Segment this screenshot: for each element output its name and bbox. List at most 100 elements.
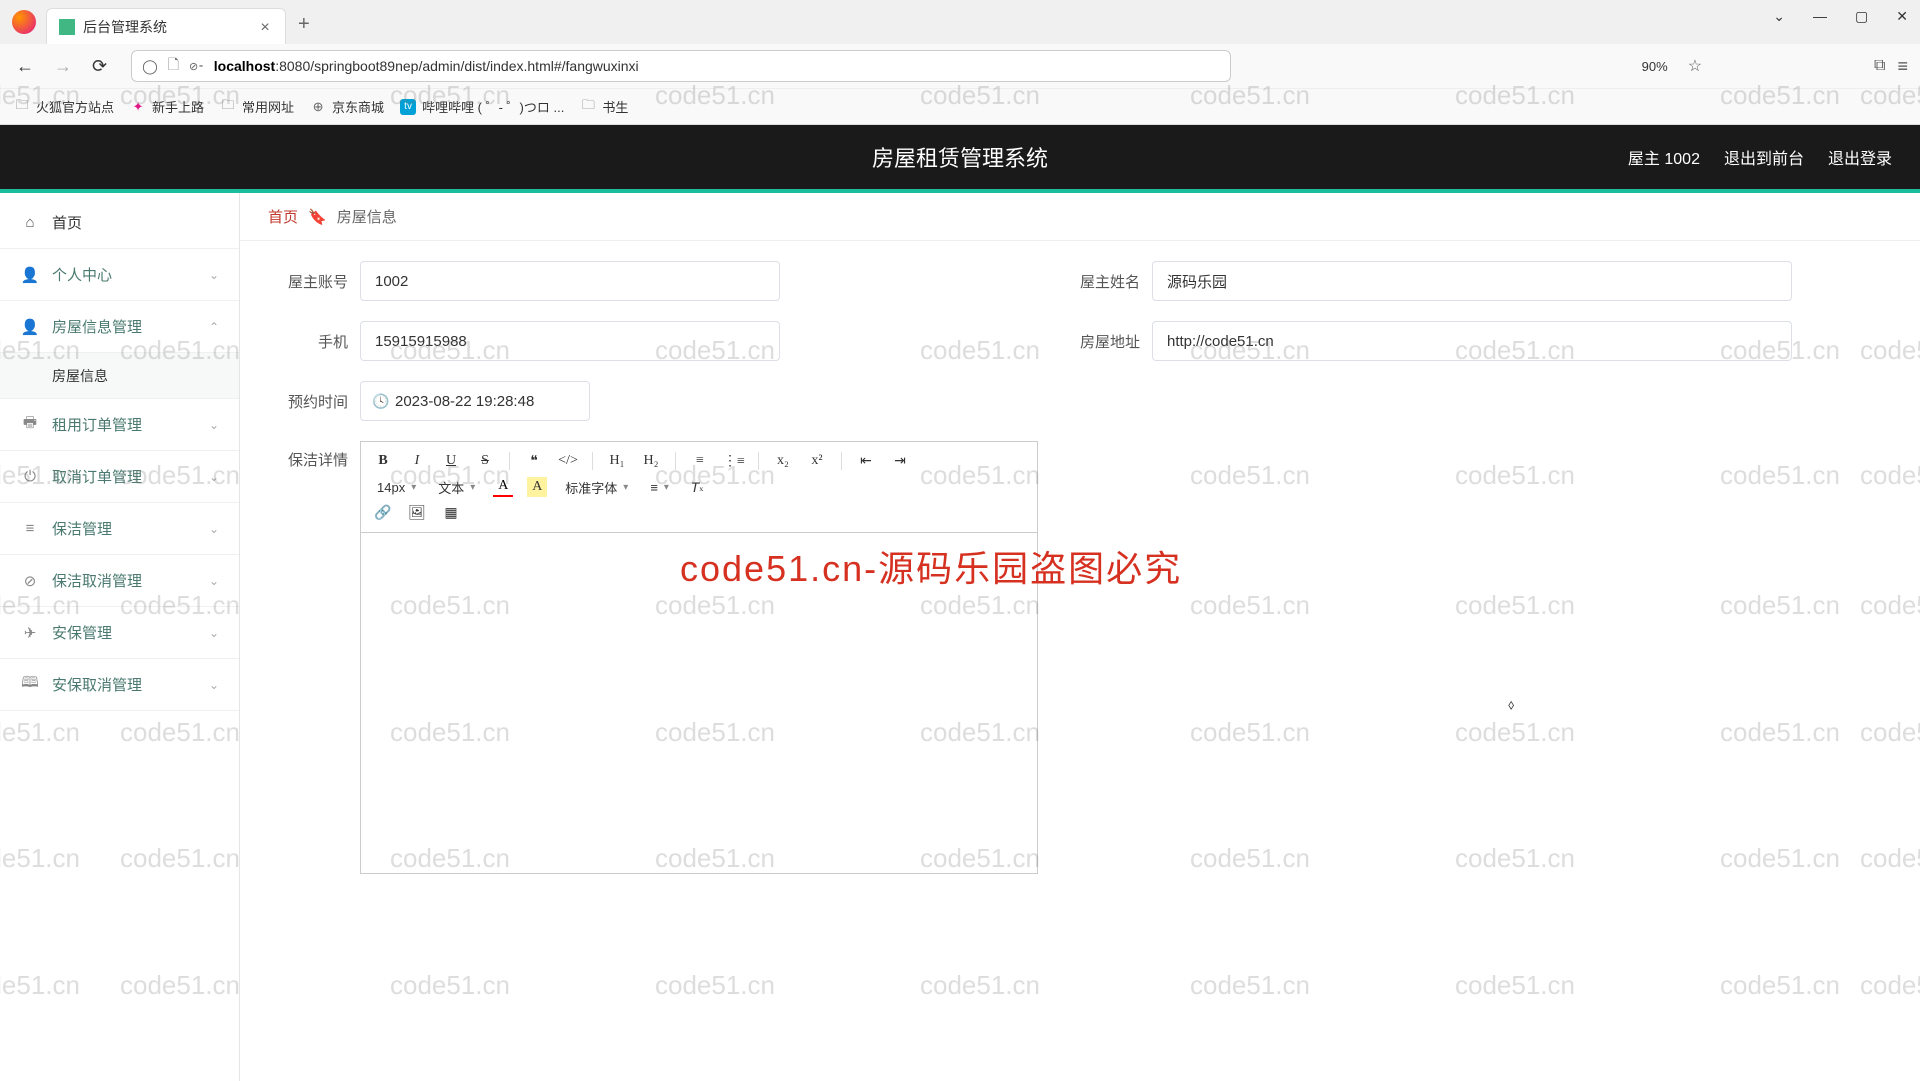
permission-icon: ⊘⁃: [189, 60, 204, 73]
exit-to-front-button[interactable]: 退出到前台: [1724, 145, 1804, 169]
url-text: localhost:8080/springboot89nep/admin/dis…: [214, 58, 639, 74]
strike-button[interactable]: S: [475, 451, 495, 471]
chevron-down-icon: ⌄: [209, 522, 219, 536]
tabs-dropdown-icon[interactable]: ⌄: [1773, 8, 1785, 25]
breadcrumb-current: 房屋信息: [337, 206, 397, 227]
vue-icon: [59, 19, 75, 35]
user-label[interactable]: 屋主 1002: [1628, 145, 1700, 169]
phone-label: 手机: [268, 331, 348, 352]
font-size-select[interactable]: 14px▾: [373, 480, 420, 495]
h1-button[interactable]: H₁: [607, 451, 627, 471]
browser-tab[interactable]: 后台管理系统 ×: [46, 8, 286, 44]
header-actions: 屋主 1002 退出到前台 退出登录: [1628, 145, 1892, 169]
subscript-button[interactable]: x₂: [773, 451, 793, 471]
image-button[interactable]: 🖼: [407, 503, 427, 523]
video-button[interactable]: ▦: [441, 503, 461, 523]
sidebar-security-cancel[interactable]: 🕮安保取消管理⌄: [0, 659, 239, 711]
text-color-button[interactable]: A: [493, 477, 513, 497]
zoom-level[interactable]: 90%: [1634, 57, 1676, 76]
sidebar-cleaning-cancel[interactable]: ⊘保洁取消管理⌄: [0, 555, 239, 607]
chevron-down-icon: ⌄: [209, 626, 219, 640]
chevron-down-icon: ⌄: [209, 268, 219, 282]
sidebar-security[interactable]: ✈安保管理⌄: [0, 607, 239, 659]
extensions-icon[interactable]: ⧉: [1874, 57, 1885, 75]
italic-button[interactable]: I: [407, 451, 427, 471]
field-appointment: 预约时间 🕓: [268, 381, 590, 421]
account-input[interactable]: [360, 261, 780, 301]
address-bar[interactable]: ◯ 🗋 ⊘⁃ localhost:8080/springboot89nep/ad…: [131, 50, 1231, 82]
bookmark-star-icon[interactable]: ☆: [1688, 56, 1702, 76]
tab-close-icon[interactable]: ×: [257, 19, 273, 35]
forward-button[interactable]: →: [50, 52, 76, 81]
chevron-down-icon: ⌄: [209, 678, 219, 692]
sidebar-rental-orders[interactable]: 🖶租用订单管理⌄: [0, 399, 239, 451]
field-detail: 保洁详情 B I U S ❝ </>: [268, 441, 1038, 874]
sidebar-home[interactable]: ⌂首页: [0, 197, 239, 249]
back-button[interactable]: ←: [12, 52, 38, 81]
ol-button[interactable]: ≡: [690, 451, 710, 471]
field-phone: 手机: [268, 321, 780, 361]
minimize-button[interactable]: —: [1813, 8, 1827, 25]
chevron-up-icon: ⌃: [209, 320, 219, 334]
maximize-button[interactable]: ▢: [1855, 8, 1868, 25]
phone-input[interactable]: [360, 321, 780, 361]
reload-button[interactable]: ⟳: [88, 52, 111, 81]
font-family-select[interactable]: 标准字体▾: [561, 478, 632, 497]
clear-format-button[interactable]: Tₓ: [687, 477, 707, 497]
tab-bar: 后台管理系统 × + ⌄ — ▢ ✕: [0, 0, 1920, 44]
superscript-button[interactable]: x²: [807, 451, 827, 471]
rich-text-editor: B I U S ❝ </> H₁ H₂ ≡: [360, 441, 1038, 874]
sidebar-house-info-sub[interactable]: 房屋信息: [0, 353, 239, 399]
sidebar-house-info[interactable]: 👤房屋信息管理⌃: [0, 301, 239, 353]
send-icon: ✈: [20, 624, 40, 642]
address-input[interactable]: [1152, 321, 1792, 361]
app-header: 房屋租赁管理系统 屋主 1002 退出到前台 退出登录: [0, 125, 1920, 193]
close-window-button[interactable]: ✕: [1896, 8, 1908, 25]
detail-label: 保洁详情: [268, 449, 348, 470]
chevron-down-icon: ⌄: [209, 470, 219, 484]
lock-icon: 🗋: [168, 54, 179, 78]
list-icon: ≡: [20, 520, 40, 537]
address-label: 房屋地址: [1060, 331, 1140, 352]
bookmark-bilibili[interactable]: tv哔哩哔哩 ( ゜- ゜)つロ ...: [400, 97, 564, 116]
indent-button[interactable]: ⇥: [890, 451, 910, 471]
bg-color-button[interactable]: A: [527, 477, 547, 497]
logout-button[interactable]: 退出登录: [1828, 145, 1892, 169]
appt-input[interactable]: [360, 381, 590, 421]
sidebar-profile[interactable]: 👤个人中心⌄: [0, 249, 239, 301]
window-controls: ⌄ — ▢ ✕: [1773, 8, 1908, 25]
sidebar-cancel-orders[interactable]: ⏻取消订单管理⌄: [0, 451, 239, 503]
hamburger-menu-icon[interactable]: ≡: [1897, 56, 1908, 77]
field-name: 屋主姓名: [1060, 261, 1792, 301]
new-tab-button[interactable]: +: [298, 13, 310, 44]
outdent-button[interactable]: ⇤: [856, 451, 876, 471]
sidebar-cleaning[interactable]: ≡保洁管理⌄: [0, 503, 239, 555]
h2-button[interactable]: H₂: [641, 451, 661, 471]
field-address: 房屋地址: [1060, 321, 1792, 361]
app-title: 房屋租赁管理系统: [872, 141, 1048, 173]
breadcrumb-home[interactable]: 首页: [268, 206, 298, 227]
home-icon: ⌂: [20, 214, 40, 231]
bookmark-common[interactable]: 🗀常用网址: [220, 97, 294, 116]
text-type-select[interactable]: 文本▾: [434, 478, 479, 497]
code-button[interactable]: </>: [558, 451, 578, 471]
bookmark-firefox[interactable]: 🗀火狐官方站点: [14, 97, 114, 116]
quote-button[interactable]: ❝: [524, 451, 544, 471]
field-account: 屋主账号: [268, 261, 780, 301]
bookmark-shusheng[interactable]: 🗀书生: [580, 97, 628, 116]
bookmark-newbie[interactable]: ✦新手上路: [130, 97, 204, 116]
ul-button[interactable]: ⋮≡: [724, 451, 744, 471]
underline-button[interactable]: U: [441, 451, 461, 471]
bookmark-jd[interactable]: ⊕京东商城: [310, 97, 384, 116]
editor-toolbar: B I U S ❝ </> H₁ H₂ ≡: [361, 442, 1037, 533]
chevron-down-icon: ⌄: [209, 418, 219, 432]
content-area: 首页 🔖 房屋信息 屋主账号 屋主姓名 手机: [240, 193, 1920, 1081]
user-icon: 👤: [20, 266, 40, 284]
account-label: 屋主账号: [268, 271, 348, 292]
power-icon: ⏻: [20, 468, 40, 485]
bold-button[interactable]: B: [373, 451, 393, 471]
tab-title: 后台管理系统: [83, 17, 257, 37]
name-input[interactable]: [1152, 261, 1792, 301]
link-button[interactable]: 🔗: [373, 503, 393, 523]
align-select[interactable]: ≡▾: [646, 480, 673, 495]
